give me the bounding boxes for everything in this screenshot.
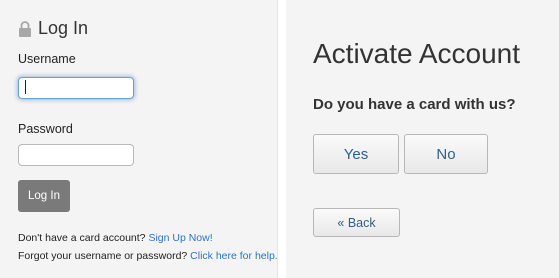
login-title: Log In [38,18,89,38]
password-input[interactable] [18,144,134,166]
lock-icon [18,20,32,37]
username-input[interactable] [18,77,134,99]
password-label: Password [18,122,73,136]
login-panel: Log In Username Password Log In Don't ha… [0,0,278,278]
signup-link[interactable]: Sign Up Now! [148,232,212,244]
panel-divider [278,0,286,278]
forgot-line: Forgot your username or password? Click … [18,250,278,262]
login-button[interactable]: Log In [18,180,70,212]
activate-title: Activate Account [313,38,521,69]
help-link[interactable]: Click here for help. [190,250,278,262]
username-label: Username [18,52,76,66]
activate-panel: Activate Account Do you have a card with… [286,0,559,278]
text-caret [25,80,26,94]
back-button[interactable]: « Back [313,208,400,237]
no-button[interactable]: No [404,134,488,174]
forgot-prompt: Forgot your username or password? [18,250,188,262]
card-question: Do you have a card with us? [313,96,516,113]
yes-button[interactable]: Yes [313,134,399,174]
signup-line: Don't have a card account? Sign Up Now! [18,232,213,244]
login-header: Log In [18,18,88,39]
signup-prompt: Don't have a card account? [18,232,146,244]
